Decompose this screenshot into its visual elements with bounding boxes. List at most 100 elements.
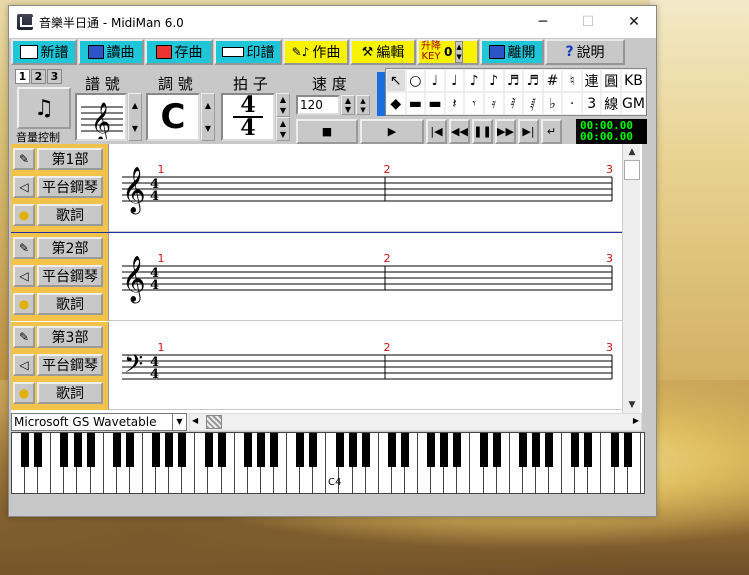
scroll-right-arrow[interactable]: ▶ bbox=[633, 416, 639, 425]
tempo-input[interactable] bbox=[296, 95, 340, 115]
pencil-icon[interactable]: ✎ bbox=[13, 148, 35, 170]
first-measure-button[interactable]: |◀ bbox=[426, 119, 447, 144]
black-key[interactable] bbox=[21, 433, 30, 467]
stop-button[interactable]: ■ bbox=[296, 119, 358, 144]
black-key[interactable] bbox=[453, 433, 462, 467]
palette-row2-5[interactable]: 𝄿 bbox=[483, 92, 504, 115]
black-key[interactable] bbox=[348, 433, 357, 467]
palette-row2-9[interactable]: · bbox=[562, 92, 582, 115]
key-up-arrow[interactable]: ▲ bbox=[456, 42, 461, 52]
palette-row1-2[interactable]: ♩ bbox=[425, 69, 445, 92]
palette-row1-4[interactable]: ♪ bbox=[464, 69, 484, 92]
speaker-icon[interactable]: ◁ bbox=[13, 265, 35, 287]
pencil-icon[interactable]: ✎ bbox=[13, 237, 35, 259]
palette-row2-1[interactable]: ▬ bbox=[405, 92, 426, 115]
rewind-button[interactable]: ◀◀ bbox=[449, 119, 470, 144]
time-den-spinner[interactable]: ▲ ▼ bbox=[276, 117, 290, 141]
palette-row1-3[interactable]: ♩ bbox=[444, 69, 465, 92]
h-scroll-thumb[interactable] bbox=[206, 415, 222, 429]
scroll-down-arrow[interactable]: ▼ bbox=[623, 397, 641, 413]
black-key[interactable] bbox=[60, 433, 69, 467]
palette-row2-3[interactable]: 𝄽 bbox=[444, 92, 465, 115]
speaker-icon[interactable]: ◁ bbox=[13, 176, 35, 198]
black-key[interactable] bbox=[73, 433, 82, 467]
black-key[interactable] bbox=[165, 433, 174, 467]
black-key[interactable] bbox=[427, 433, 436, 467]
lyrics-button[interactable]: 歌詞 bbox=[37, 382, 103, 404]
palette-row1-12[interactable]: KB bbox=[621, 69, 646, 92]
palette-row1-11[interactable]: 圓 bbox=[601, 69, 622, 92]
black-key[interactable] bbox=[361, 433, 370, 467]
lightbulb-icon[interactable]: ● bbox=[13, 382, 35, 404]
scroll-up-arrow[interactable]: ▲ bbox=[623, 144, 641, 160]
lightbulb-icon[interactable]: ● bbox=[13, 204, 35, 226]
pencil-icon[interactable]: ✎ bbox=[13, 326, 35, 348]
palette-row1-7[interactable]: ♬ bbox=[523, 69, 543, 92]
lyrics-button[interactable]: 歌詞 bbox=[37, 204, 103, 226]
tempo-spinner[interactable]: ▲ ▼ bbox=[341, 95, 355, 115]
speaker-icon[interactable]: ◁ bbox=[13, 354, 35, 376]
key-signature-spinner[interactable]: ▲ ▼ bbox=[201, 93, 215, 141]
black-key[interactable] bbox=[178, 433, 187, 467]
palette-row1-10[interactable]: 連 bbox=[581, 69, 602, 92]
palette-row2-2[interactable]: ▬ bbox=[425, 92, 445, 115]
black-key[interactable] bbox=[492, 433, 501, 467]
instrument-button[interactable]: 平台鋼琴 bbox=[37, 354, 103, 376]
part-label-button[interactable]: 第1部 bbox=[37, 148, 103, 170]
part-tab-2[interactable]: 2 bbox=[31, 69, 46, 84]
instrument-button[interactable]: 平台鋼琴 bbox=[37, 176, 103, 198]
black-key[interactable] bbox=[440, 433, 449, 467]
black-key[interactable] bbox=[401, 433, 409, 467]
black-key[interactable] bbox=[256, 433, 265, 467]
scroll-left-arrow[interactable]: ◀ bbox=[192, 416, 198, 425]
black-key[interactable] bbox=[518, 433, 527, 467]
palette-row1-5[interactable]: ♪ bbox=[483, 69, 504, 92]
instrument-button[interactable]: 平台鋼琴 bbox=[37, 265, 103, 287]
black-key[interactable] bbox=[296, 433, 305, 467]
dropdown-arrow-icon[interactable]: ▼ bbox=[172, 414, 186, 430]
print-score-button[interactable]: 印譜 bbox=[214, 39, 282, 65]
help-button[interactable]: ? 說明 bbox=[545, 39, 625, 65]
tempo-fast-spinner[interactable]: ▲ ▼ bbox=[356, 95, 370, 115]
loop-button[interactable]: ↵ bbox=[541, 119, 562, 144]
staff[interactable]: 1 2 3𝄢 44 bbox=[110, 322, 622, 410]
palette-row2-11[interactable]: 線 bbox=[601, 92, 622, 115]
black-key[interactable] bbox=[243, 433, 252, 467]
staff[interactable]: 1 2 3𝄞 44 bbox=[110, 144, 622, 232]
play-button[interactable]: ▶ bbox=[360, 119, 424, 144]
black-key[interactable] bbox=[34, 433, 43, 467]
fast-forward-button[interactable]: ▶▶ bbox=[495, 119, 516, 144]
black-key[interactable] bbox=[479, 433, 488, 467]
palette-row2-6[interactable]: 𝅀 bbox=[503, 92, 524, 115]
new-score-button[interactable]: 新譜 bbox=[11, 39, 77, 65]
palette-row2-12[interactable]: GM bbox=[621, 92, 646, 115]
black-key[interactable] bbox=[610, 433, 619, 467]
black-key[interactable] bbox=[335, 433, 344, 467]
palette-row2-10[interactable]: 3 bbox=[581, 92, 602, 115]
staff[interactable]: 1 2 3𝄞 44 bbox=[110, 233, 622, 321]
black-key[interactable] bbox=[623, 433, 632, 467]
black-key[interactable] bbox=[270, 433, 278, 467]
black-key[interactable] bbox=[217, 433, 226, 467]
last-measure-button[interactable]: ▶| bbox=[518, 119, 539, 144]
piano-keyboard[interactable]: C4 bbox=[11, 432, 645, 494]
black-key[interactable] bbox=[571, 433, 580, 467]
lightbulb-icon[interactable]: ● bbox=[13, 293, 35, 315]
pause-button[interactable]: ❚❚ bbox=[472, 119, 493, 144]
midi-device-select[interactable]: Microsoft GS Wavetable Synt ▼ bbox=[11, 413, 187, 445]
black-key[interactable] bbox=[584, 433, 593, 467]
lyrics-button[interactable]: 歌詞 bbox=[37, 293, 103, 315]
palette-row1-9[interactable]: ♮ bbox=[562, 69, 582, 92]
palette-row2-7[interactable]: 𝅁 bbox=[523, 92, 543, 115]
black-key[interactable] bbox=[309, 433, 318, 467]
palette-row2-4[interactable]: 𝄾 bbox=[464, 92, 484, 115]
black-key[interactable] bbox=[387, 433, 396, 467]
key-down-arrow[interactable]: ▼ bbox=[456, 52, 461, 62]
black-key[interactable] bbox=[532, 433, 540, 467]
black-key[interactable] bbox=[152, 433, 161, 467]
palette-row1-0[interactable]: ↖ bbox=[386, 69, 406, 92]
close-button[interactable]: ✕ bbox=[611, 6, 657, 38]
palette-row1-8[interactable]: # bbox=[542, 69, 563, 92]
vertical-scrollbar[interactable]: ▲ ▼ bbox=[622, 144, 640, 413]
minimize-button[interactable]: ─ bbox=[520, 6, 566, 38]
